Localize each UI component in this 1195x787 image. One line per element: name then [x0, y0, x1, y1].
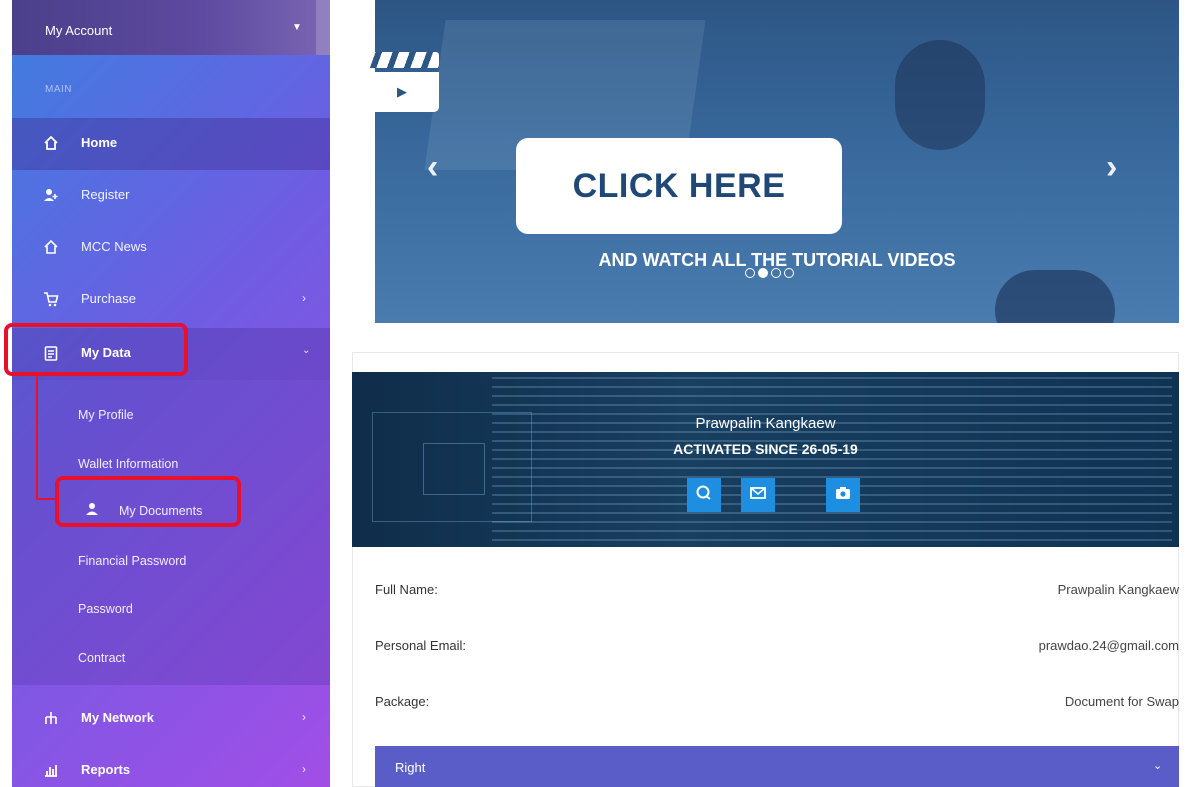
banner-mug-shape — [895, 40, 985, 150]
click-here-button[interactable]: CLICK HERE — [516, 138, 842, 234]
full-name-value: Prawpalin Kangkaew — [1057, 582, 1179, 597]
chevron-down-icon: ▼ — [292, 22, 302, 33]
sidebar-item-home[interactable]: Home — [12, 118, 330, 170]
chat-button[interactable] — [687, 478, 721, 512]
sidebar-item-mcc-news[interactable]: MCC News — [12, 222, 330, 274]
profile-header-code-pattern — [492, 377, 1172, 542]
chart-icon — [42, 761, 60, 779]
chevron-down-icon: ⌄ — [1153, 760, 1163, 772]
account-scroll-strip — [316, 0, 330, 55]
highlight-box-my-documents — [55, 476, 241, 527]
page-root: My Account ▼ MAIN Home Register MCC News — [0, 0, 1195, 787]
sidebar-item-label: Reports — [81, 762, 131, 777]
personal-email-value: prawdao.24@gmail.com — [1038, 638, 1179, 653]
carousel-dot[interactable] — [771, 268, 781, 278]
submenu-item-password[interactable]: Password — [78, 602, 133, 616]
sidebar-item-label: Purchase — [81, 291, 136, 306]
account-label: My Account — [45, 23, 113, 38]
highlight-connector-horizontal — [36, 498, 56, 500]
camera-button[interactable] — [826, 478, 860, 512]
chat-icon — [695, 484, 713, 507]
mail-icon — [749, 484, 767, 507]
submenu-my-data: My Profile Wallet Information My Documen… — [12, 380, 330, 685]
home-icon — [42, 238, 60, 256]
chevron-right-icon: › — [302, 291, 306, 305]
account-header[interactable]: My Account ▼ — [12, 0, 330, 55]
package-value: Document for Swap — [1064, 694, 1179, 709]
profile-header — [352, 372, 1179, 547]
profile-activated-since: ACTIVATED SINCE 26-05-19 — [673, 441, 858, 457]
submenu-item-contract[interactable]: Contract — [78, 651, 125, 665]
section-label-main: MAIN — [45, 84, 72, 95]
accordion-label: Right — [395, 760, 426, 775]
chevron-right-icon: › — [302, 762, 306, 776]
banner-cup-shape — [995, 270, 1115, 323]
sidebar-item-label: MCC News — [81, 239, 147, 254]
carousel-dot[interactable] — [745, 268, 755, 278]
sidebar-item-purchase[interactable]: Purchase › — [12, 274, 330, 326]
sidebar-item-label: Register — [81, 187, 130, 202]
user-add-icon — [42, 186, 60, 204]
highlight-box-my-data — [4, 323, 188, 376]
submenu-item-wallet-information[interactable]: Wallet Information — [78, 457, 178, 471]
sidebar: My Account ▼ MAIN Home Register MCC News — [12, 0, 330, 787]
carousel-dot[interactable] — [784, 268, 794, 278]
chevron-down-icon: ⌄ — [302, 345, 311, 356]
network-icon — [42, 709, 60, 727]
sidebar-item-my-network[interactable]: My Network › — [12, 693, 330, 745]
carousel-prev-icon[interactable]: ‹ — [427, 148, 438, 187]
cart-icon — [42, 290, 60, 308]
home-icon — [42, 134, 60, 152]
accordion-right[interactable]: Right ⌄ — [375, 746, 1179, 787]
package-label: Package: — [375, 694, 430, 709]
submenu-item-financial-password[interactable]: Financial Password — [78, 554, 186, 568]
sidebar-item-label: Home — [81, 135, 118, 150]
camera-icon — [834, 484, 852, 507]
mail-button[interactable] — [741, 478, 775, 512]
highlight-connector-vertical — [36, 376, 38, 500]
carousel-dot[interactable] — [758, 268, 768, 278]
carousel-indicators — [745, 268, 794, 278]
video-clapper-icon: ▶ — [365, 52, 439, 112]
full-name-label: Full Name: — [375, 582, 438, 597]
submenu-item-my-profile[interactable]: My Profile — [78, 408, 134, 422]
personal-email-label: Personal Email: — [375, 638, 467, 653]
sidebar-item-reports[interactable]: Reports › — [12, 745, 330, 787]
chevron-right-icon: › — [302, 710, 306, 724]
sidebar-item-register[interactable]: Register — [12, 170, 330, 222]
sidebar-item-label: My Network — [81, 710, 154, 725]
carousel-next-icon[interactable]: › — [1106, 148, 1117, 187]
profile-name: Prawpalin Kangkaew — [695, 415, 836, 432]
